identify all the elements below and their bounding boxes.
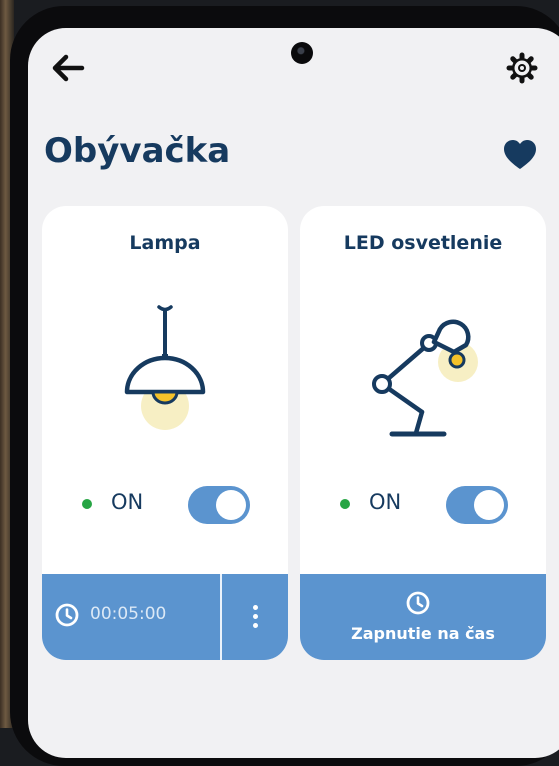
toggle-knob: [216, 490, 246, 520]
device-card-lampa: Lampa ON 00:05:00: [42, 206, 288, 660]
app-screen: Obývačka Lampa ON 00:05:00 LED osvetleni…: [28, 28, 559, 758]
back-button[interactable]: [48, 50, 88, 86]
schedule-on-label: Zapnutie na čas: [351, 624, 495, 643]
desk-lamp-icon: [372, 319, 478, 437]
device-card-led-osvetlenie: LED osvetlenie ON Zapnutie na čas: [300, 206, 546, 660]
status-indicator: [82, 499, 92, 509]
schedule-on-button[interactable]: Zapnutie na čas: [300, 574, 546, 660]
phone-frame: Obývačka Lampa ON 00:05:00 LED osvetleni…: [10, 6, 559, 766]
power-toggle[interactable]: [188, 486, 250, 524]
status-indicator: [340, 499, 350, 509]
heart-icon: [504, 140, 536, 169]
clock-icon: [55, 603, 79, 627]
device-name: Lampa: [129, 232, 201, 254]
device-illustration: [100, 302, 230, 442]
timer-button[interactable]: 00:05:00: [42, 574, 220, 660]
device-illustration: [358, 302, 488, 442]
pendant-lamp-icon: [124, 305, 206, 430]
settings-button[interactable]: [502, 48, 542, 88]
power-toggle[interactable]: [446, 486, 508, 524]
gear-icon: [506, 52, 538, 84]
timer-value: 00:05:00: [90, 604, 167, 624]
favorite-button[interactable]: [502, 138, 538, 172]
toggle-knob: [474, 490, 504, 520]
room-title: Obývačka: [44, 131, 231, 171]
front-camera: [291, 42, 313, 64]
status-label: ON: [369, 490, 402, 514]
clock-icon: [406, 591, 430, 615]
device-actions-bar: 00:05:00: [42, 574, 288, 660]
device-name: LED osvetlenie: [343, 232, 503, 254]
arrow-left-icon: [52, 54, 85, 82]
more-options-button[interactable]: [222, 574, 288, 660]
status-label: ON: [111, 490, 144, 514]
device-actions-bar: Zapnutie na čas: [300, 574, 546, 660]
